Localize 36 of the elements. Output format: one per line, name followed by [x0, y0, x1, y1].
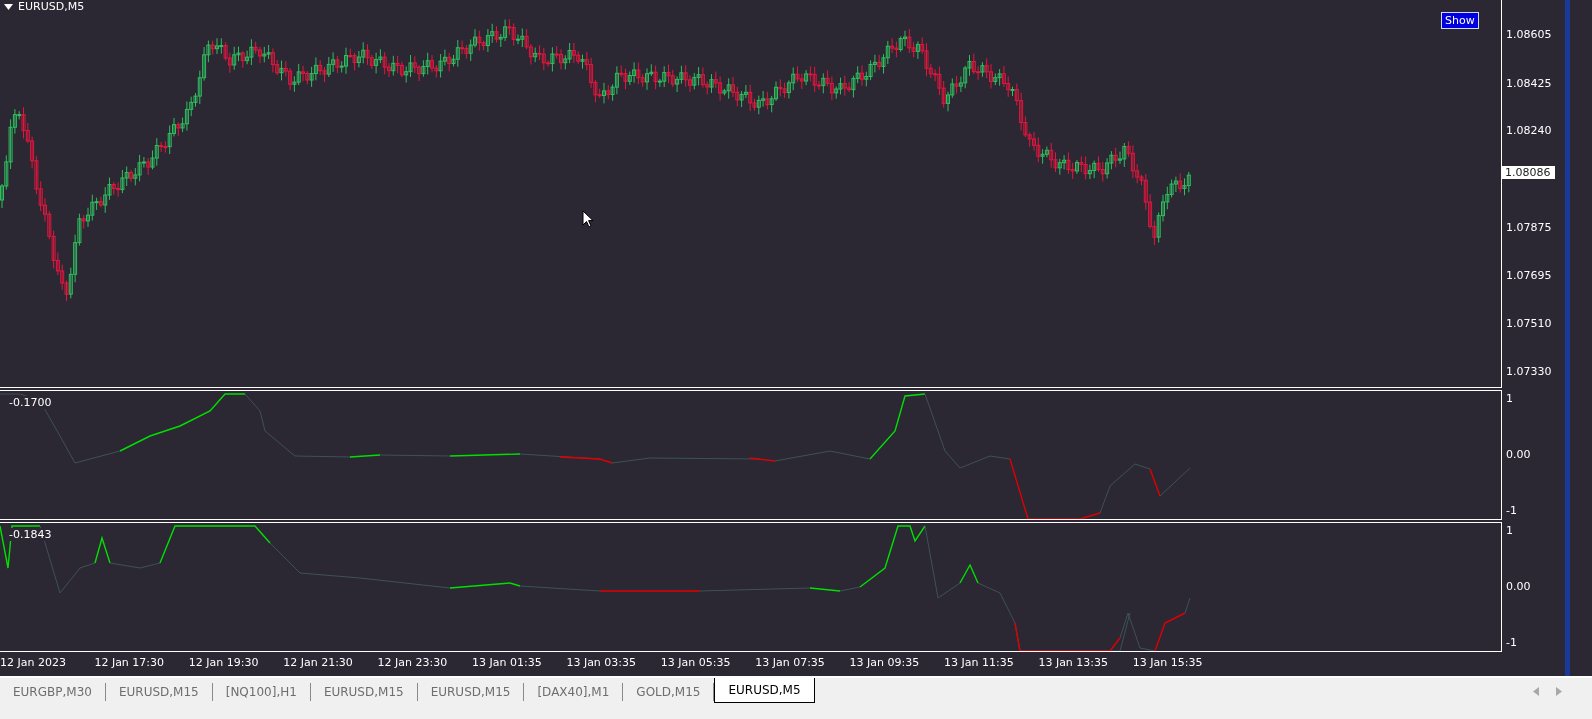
price-axis-label: 1.07510	[1506, 317, 1552, 330]
current-price-label: 1.08086	[1502, 166, 1555, 179]
time-axis-label: 13 Jan 05:35	[660, 656, 731, 669]
price-axis-label: 1.08425	[1506, 77, 1552, 90]
indicator-axis-label: -1	[1506, 636, 1517, 649]
time-axis-label: 12 Jan 19:30	[188, 656, 259, 669]
price-axis-label: 1.08240	[1506, 124, 1552, 137]
time-axis-label: 13 Jan 01:35	[472, 656, 542, 669]
chart-tab[interactable]: EURUSD,M5	[714, 678, 815, 703]
time-axis-label: 13 Jan 03:35	[566, 656, 637, 669]
show-button[interactable]: Show	[1441, 12, 1479, 29]
indicator-value: -0.1843	[8, 528, 53, 541]
price-axis-label: 1.08605	[1506, 28, 1552, 41]
chart-title: EURUSD,M5	[18, 0, 85, 13]
time-axis-label: 13 Jan 15:35	[1132, 656, 1203, 669]
cursor-icon	[582, 210, 594, 228]
time-axis-label: 12 Jan 23:30	[377, 656, 448, 669]
indicator-axis-label: 0.00	[1506, 448, 1531, 461]
indicator-axis-label: 1	[1506, 392, 1513, 405]
time-axis-label: 12 Jan 17:30	[94, 656, 165, 669]
time-axis-label: 12 Jan 2023	[0, 656, 66, 669]
dropdown-icon[interactable]	[4, 3, 13, 10]
indicator-axis-label: 1	[1506, 524, 1513, 537]
price-axis-label: 1.07695	[1506, 269, 1552, 282]
time-axis-label: 13 Jan 11:35	[944, 656, 1014, 669]
indicator-value: -0.1700	[8, 396, 53, 409]
time-axis-label: 12 Jan 21:30	[283, 656, 353, 669]
time-axis-label: 13 Jan 13:35	[1038, 656, 1109, 669]
indicator-axis-label: -1	[1506, 504, 1517, 517]
price-axis-label: 1.07330	[1506, 365, 1552, 378]
scroll-right-icon[interactable]	[1556, 687, 1562, 696]
time-axis-label: 13 Jan 09:35	[849, 656, 920, 669]
time-axis-label: 13 Jan 07:35	[755, 656, 825, 669]
price-axis-label: 1.07875	[1506, 221, 1552, 234]
scroll-left-icon[interactable]	[1533, 687, 1539, 696]
indicator-axis-label: 0.00	[1506, 580, 1531, 593]
